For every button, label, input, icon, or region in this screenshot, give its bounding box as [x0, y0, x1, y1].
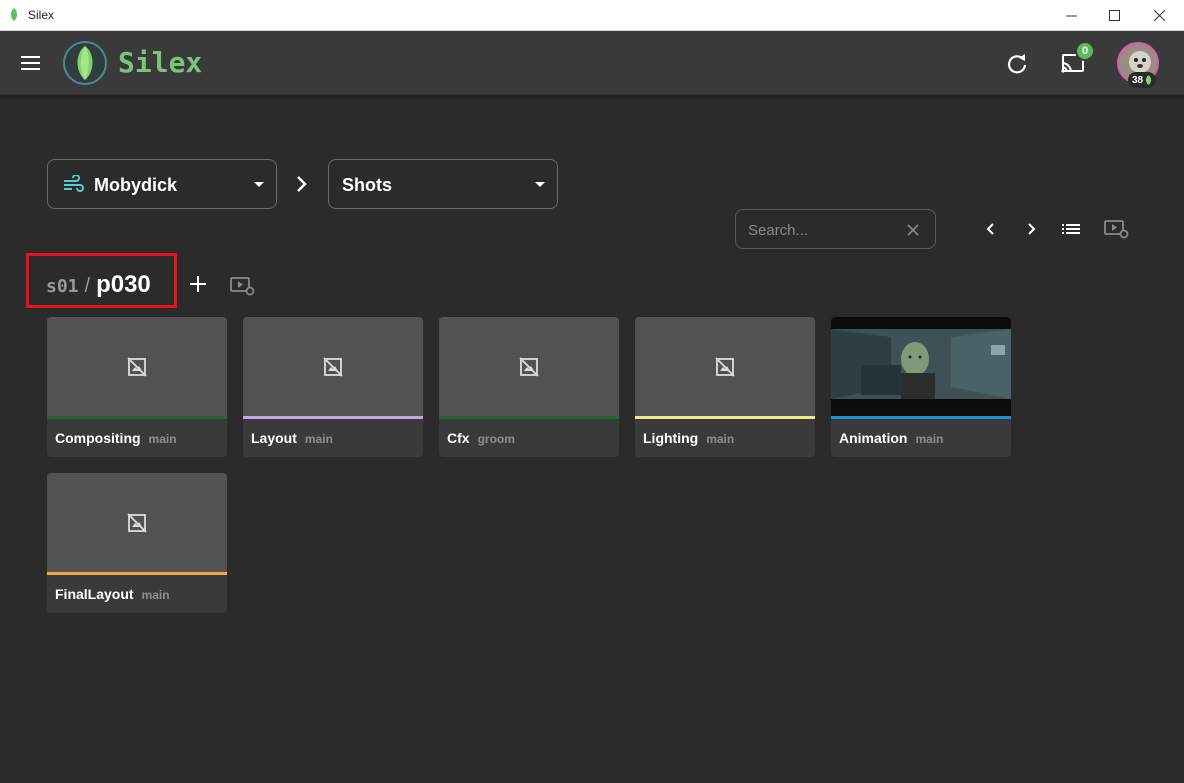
close-button[interactable]: [1136, 0, 1182, 31]
task-card[interactable]: Layout main: [243, 317, 423, 457]
task-name: Animation: [839, 430, 908, 446]
project-select[interactable]: Mobydick: [47, 159, 277, 209]
hamburger-menu-icon[interactable]: [18, 51, 44, 75]
brand-name: Silex: [118, 46, 203, 79]
task-name: Lighting: [643, 430, 699, 446]
task-variant: groom: [477, 432, 515, 446]
next-button[interactable]: [1019, 217, 1043, 241]
no-image-icon: [439, 317, 619, 416]
video-settings-icon[interactable]: [229, 275, 255, 297]
chevron-down-icon: [535, 182, 545, 187]
no-image-icon: [47, 317, 227, 416]
task-status-bar: [635, 416, 815, 419]
task-card[interactable]: FinalLayout main: [47, 473, 227, 613]
task-status-bar: [831, 416, 1011, 419]
task-status-bar: [47, 416, 227, 419]
previous-button[interactable]: [979, 217, 1003, 241]
task-info: Lighting main: [643, 430, 734, 446]
task-info: Animation main: [839, 430, 943, 446]
search-input[interactable]: [748, 219, 898, 241]
task-variant: main: [141, 588, 170, 602]
task-name: Cfx: [447, 430, 470, 446]
minimize-button[interactable]: [1048, 0, 1094, 31]
video-settings-button[interactable]: [1102, 217, 1130, 241]
video-settings-icon: [1104, 220, 1129, 239]
task-info: Compositing main: [55, 430, 177, 446]
leaf-icon: [1146, 75, 1152, 85]
close-icon: [1153, 10, 1165, 21]
search-box: [735, 209, 936, 249]
chevron-left-icon: [986, 223, 994, 235]
task-name: Compositing: [55, 430, 141, 446]
task-card[interactable]: Compositing main: [47, 317, 227, 457]
task-info: Layout main: [251, 430, 333, 446]
breadcrumb-separator: /: [84, 275, 91, 297]
shot-name: p030: [96, 271, 151, 298]
task-card[interactable]: Animation main: [831, 317, 1011, 457]
task-card[interactable]: Cfx groom: [439, 317, 619, 457]
add-task-icon[interactable]: [187, 273, 209, 295]
task-card[interactable]: Lighting main: [635, 317, 815, 457]
maximize-icon: [1108, 10, 1120, 21]
no-image-icon: [635, 317, 815, 416]
task-status-bar: [439, 416, 619, 419]
task-variant: main: [915, 432, 944, 446]
user-level: 38: [1132, 74, 1144, 86]
minimize-icon: [1065, 15, 1077, 17]
wind-icon: [64, 175, 84, 192]
clear-search-icon[interactable]: [904, 221, 922, 239]
refresh-icon[interactable]: [1004, 51, 1030, 77]
window-title: Silex: [28, 8, 55, 22]
task-variant: main: [304, 432, 333, 446]
sequence-name[interactable]: s01: [46, 276, 79, 297]
shot-breadcrumb: s01 / p030: [46, 271, 151, 299]
list-view-button[interactable]: [1059, 217, 1083, 241]
entity-type-label: Shots: [342, 175, 393, 195]
project-select-label: Mobydick: [94, 175, 178, 195]
no-image-icon: [47, 473, 227, 572]
task-name: FinalLayout: [55, 586, 134, 602]
maximize-button[interactable]: [1091, 0, 1137, 31]
silex-logo: [63, 41, 107, 85]
task-name: Layout: [251, 430, 297, 446]
chevron-right-icon: [297, 176, 307, 192]
task-status-bar: [243, 416, 423, 419]
task-thumbnail: [831, 317, 1011, 416]
entity-type-select[interactable]: Shots: [328, 159, 558, 209]
window-titlebar: Silex: [0, 0, 1184, 31]
no-image-icon: [243, 317, 423, 416]
cast-count-badge: 0: [1075, 41, 1095, 61]
task-info: Cfx groom: [447, 430, 515, 446]
task-variant: main: [148, 432, 177, 446]
app-header: Silex 0 38: [0, 31, 1184, 95]
task-status-bar: [47, 572, 227, 575]
chevron-right-icon: [1028, 223, 1036, 235]
chevron-down-icon: [254, 182, 264, 187]
list-icon: [1062, 224, 1080, 234]
task-info: FinalLayout main: [55, 586, 170, 602]
task-variant: main: [706, 432, 735, 446]
user-level-badge: 38: [1128, 72, 1157, 88]
app-leaf-icon: [11, 8, 17, 21]
